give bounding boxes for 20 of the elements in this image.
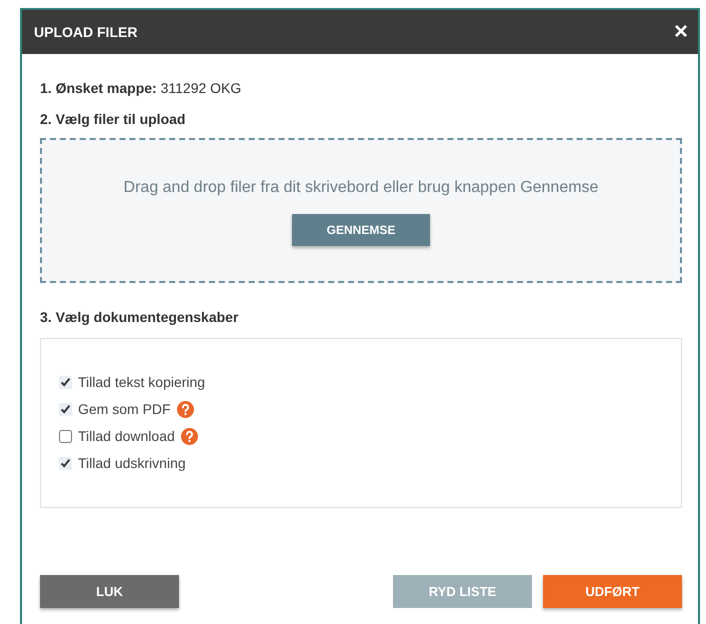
checkbox[interactable] (59, 376, 72, 389)
folder-line: 1. Ønsket mappe: 311292 OKG (40, 79, 242, 98)
checkbox[interactable] (59, 403, 72, 416)
option-label: Gem som PDF (78, 400, 171, 419)
drop-zone[interactable]: Drag and drop filer fra dit skrivebord eller brug knappen Gennemse GENNEMSE (40, 138, 682, 283)
browse-button[interactable]: GENNEMSE (292, 214, 430, 246)
option-label: Tillad tekst kopiering (78, 373, 206, 392)
close-button[interactable]: LUK (40, 575, 179, 608)
help-icon[interactable] (176, 401, 194, 418)
drop-hint: Drag and drop filer fra dit skrivebord eller brug knappen Gennemse (124, 178, 598, 198)
option-label: Tillad download (78, 427, 175, 446)
close-button[interactable]: × (674, 20, 688, 44)
done-button[interactable]: UDFØRT (543, 575, 682, 608)
dialog-title: UPLOAD FILER (34, 22, 138, 42)
checkbox[interactable] (59, 457, 72, 470)
section-heading: 2. Vælg filer til upload (40, 110, 186, 129)
option-label: Tillad udskrivning (78, 454, 186, 473)
section-heading: 3. Vælg dokumentegenskaber (40, 308, 240, 327)
checkbox[interactable] (59, 430, 72, 443)
help-icon[interactable] (180, 428, 198, 445)
